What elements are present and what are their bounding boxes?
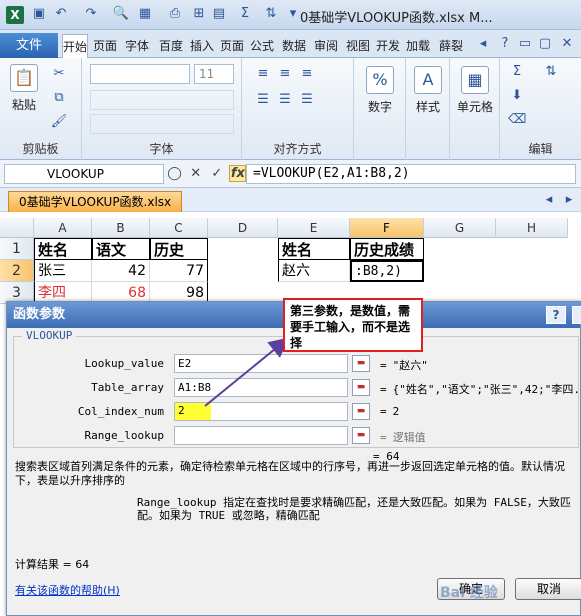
watermark: Bai 经验 xyxy=(440,585,498,601)
annotation-callout: 第三参数，是数值，需要手工输入，而不是选择 xyxy=(283,298,423,352)
